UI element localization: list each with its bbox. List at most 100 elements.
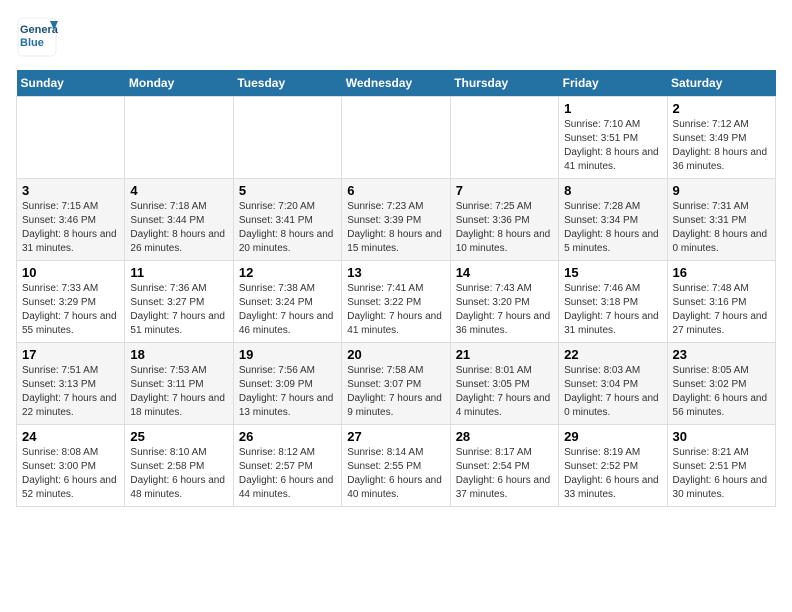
day-number: 2 xyxy=(673,101,770,116)
day-cell: 20Sunrise: 7:58 AM Sunset: 3:07 PM Dayli… xyxy=(342,343,450,425)
day-info: Sunrise: 7:58 AM Sunset: 3:07 PM Dayligh… xyxy=(347,364,444,420)
day-number: 16 xyxy=(673,265,770,280)
day-cell: 19 Sunrise: 7:56 AM Sunset: 3:09 PM Dayli… xyxy=(233,343,341,425)
calendar-table: SundayMondayTuesdayWednesdayThursdayFrid… xyxy=(16,70,776,507)
day-number: 21 xyxy=(456,347,553,362)
day-cell: 16 Sunrise: 7:48 AM Sunset: 3:16 PM Dayli… xyxy=(667,261,775,343)
day-number: 27 xyxy=(347,429,444,444)
day-number: 23 xyxy=(673,347,770,362)
day-cell: 17Sunrise: 7:51 AM Sunset: 3:13 PM Dayli… xyxy=(17,343,125,425)
day-info: Sunrise: 8:12 AM Sunset: 2:57 PM Dayligh… xyxy=(239,446,336,502)
days-header-row: SundayMondayTuesdayWednesdayThursdayFrid… xyxy=(17,70,776,97)
day-info: Sunrise: 7:18 AM Sunset: 3:44 PM Dayligh… xyxy=(130,200,227,256)
day-number: 18 xyxy=(130,347,227,362)
day-info: Sunrise: 8:05 AM Sunset: 3:02 PM Dayligh… xyxy=(673,364,770,420)
day-info: Sunrise: 8:17 AM Sunset: 2:54 PM Dayligh… xyxy=(456,446,553,502)
day-cell xyxy=(450,97,558,179)
day-number: 4 xyxy=(130,183,227,198)
day-info: Sunrise: 8:14 AM Sunset: 2:55 PM Dayligh… xyxy=(347,446,444,502)
day-cell: 30 Sunrise: 8:21 AM Sunset: 2:51 PM Dayli… xyxy=(667,425,775,507)
day-number: 28 xyxy=(456,429,553,444)
day-cell: 27 Sunrise: 8:14 AM Sunset: 2:55 PM Dayli… xyxy=(342,425,450,507)
day-info: Sunrise: 7:56 AM Sunset: 3:09 PM Dayligh… xyxy=(239,364,336,420)
day-info: Sunrise: 7:33 AM Sunset: 3:29 PM Dayligh… xyxy=(22,282,119,338)
day-number: 7 xyxy=(456,183,553,198)
day-number: 22 xyxy=(564,347,661,362)
day-number: 30 xyxy=(673,429,770,444)
day-header-wednesday: Wednesday xyxy=(342,70,450,97)
week-row-3: 10 Sunrise: 7:33 AM Sunset: 3:29 PM Dayli… xyxy=(17,261,776,343)
day-cell: 11 Sunrise: 7:36 AM Sunset: 3:27 PM Dayli… xyxy=(125,261,233,343)
day-number: 13 xyxy=(347,265,444,280)
day-number: 17 xyxy=(22,347,119,362)
week-row-5: 24Sunrise: 8:08 AM Sunset: 3:00 PM Dayli… xyxy=(17,425,776,507)
day-number: 14 xyxy=(456,265,553,280)
day-number: 25 xyxy=(130,429,227,444)
day-info: Sunrise: 7:53 AM Sunset: 3:11 PM Dayligh… xyxy=(130,364,227,420)
day-number: 26 xyxy=(239,429,336,444)
day-cell xyxy=(342,97,450,179)
day-header-tuesday: Tuesday xyxy=(233,70,341,97)
day-info: Sunrise: 8:19 AM Sunset: 2:52 PM Dayligh… xyxy=(564,446,661,502)
day-info: Sunrise: 8:21 AM Sunset: 2:51 PM Dayligh… xyxy=(673,446,770,502)
day-info: Sunrise: 7:10 AM Sunset: 3:51 PM Dayligh… xyxy=(564,118,661,174)
day-info: Sunrise: 7:43 AM Sunset: 3:20 PM Dayligh… xyxy=(456,282,553,338)
day-info: Sunrise: 7:28 AM Sunset: 3:34 PM Dayligh… xyxy=(564,200,661,256)
day-cell: 7 Sunrise: 7:25 AM Sunset: 3:36 PM Daylig… xyxy=(450,179,558,261)
day-cell: 21 Sunrise: 8:01 AM Sunset: 3:05 PM Dayli… xyxy=(450,343,558,425)
day-cell: 6Sunrise: 7:23 AM Sunset: 3:39 PM Daylig… xyxy=(342,179,450,261)
header: General Blue xyxy=(16,16,776,58)
logo: General Blue xyxy=(16,16,58,58)
day-cell: 28 Sunrise: 8:17 AM Sunset: 2:54 PM Dayli… xyxy=(450,425,558,507)
day-cell: 23 Sunrise: 8:05 AM Sunset: 3:02 PM Dayli… xyxy=(667,343,775,425)
day-number: 8 xyxy=(564,183,661,198)
day-cell xyxy=(17,97,125,179)
day-header-monday: Monday xyxy=(125,70,233,97)
day-cell: 26 Sunrise: 8:12 AM Sunset: 2:57 PM Dayli… xyxy=(233,425,341,507)
day-number: 15 xyxy=(564,265,661,280)
week-row-4: 17Sunrise: 7:51 AM Sunset: 3:13 PM Dayli… xyxy=(17,343,776,425)
day-number: 12 xyxy=(239,265,336,280)
day-cell: 1Sunrise: 7:10 AM Sunset: 3:51 PM Daylig… xyxy=(559,97,667,179)
day-info: Sunrise: 7:41 AM Sunset: 3:22 PM Dayligh… xyxy=(347,282,444,338)
day-header-friday: Friday xyxy=(559,70,667,97)
day-info: Sunrise: 7:46 AM Sunset: 3:18 PM Dayligh… xyxy=(564,282,661,338)
day-info: Sunrise: 8:10 AM Sunset: 2:58 PM Dayligh… xyxy=(130,446,227,502)
day-info: Sunrise: 8:08 AM Sunset: 3:00 PM Dayligh… xyxy=(22,446,119,502)
day-cell: 22 Sunrise: 8:03 AM Sunset: 3:04 PM Dayli… xyxy=(559,343,667,425)
day-info: Sunrise: 7:48 AM Sunset: 3:16 PM Dayligh… xyxy=(673,282,770,338)
day-header-thursday: Thursday xyxy=(450,70,558,97)
day-header-saturday: Saturday xyxy=(667,70,775,97)
day-number: 29 xyxy=(564,429,661,444)
day-cell: 14 Sunrise: 7:43 AM Sunset: 3:20 PM Dayli… xyxy=(450,261,558,343)
day-cell: 29 Sunrise: 8:19 AM Sunset: 2:52 PM Dayli… xyxy=(559,425,667,507)
logo-svg: General Blue xyxy=(16,16,58,58)
day-number: 5 xyxy=(239,183,336,198)
day-number: 3 xyxy=(22,183,119,198)
day-cell: 5 Sunrise: 7:20 AM Sunset: 3:41 PM Daylig… xyxy=(233,179,341,261)
day-cell: 25 Sunrise: 8:10 AM Sunset: 2:58 PM Dayli… xyxy=(125,425,233,507)
day-number: 19 xyxy=(239,347,336,362)
day-info: Sunrise: 7:36 AM Sunset: 3:27 PM Dayligh… xyxy=(130,282,227,338)
day-info: Sunrise: 7:20 AM Sunset: 3:41 PM Dayligh… xyxy=(239,200,336,256)
day-cell: 13 Sunrise: 7:41 AM Sunset: 3:22 PM Dayli… xyxy=(342,261,450,343)
day-cell: 10 Sunrise: 7:33 AM Sunset: 3:29 PM Dayli… xyxy=(17,261,125,343)
day-number: 10 xyxy=(22,265,119,280)
day-cell: 3 Sunrise: 7:15 AM Sunset: 3:46 PM Daylig… xyxy=(17,179,125,261)
day-info: Sunrise: 7:23 AM Sunset: 3:39 PM Dayligh… xyxy=(347,200,444,256)
day-cell: 2 Sunrise: 7:12 AM Sunset: 3:49 PM Daylig… xyxy=(667,97,775,179)
week-row-1: 1Sunrise: 7:10 AM Sunset: 3:51 PM Daylig… xyxy=(17,97,776,179)
day-info: Sunrise: 7:15 AM Sunset: 3:46 PM Dayligh… xyxy=(22,200,119,256)
day-info: Sunrise: 8:01 AM Sunset: 3:05 PM Dayligh… xyxy=(456,364,553,420)
day-cell: 12 Sunrise: 7:38 AM Sunset: 3:24 PM Dayli… xyxy=(233,261,341,343)
day-cell: 4 Sunrise: 7:18 AM Sunset: 3:44 PM Daylig… xyxy=(125,179,233,261)
day-cell: 8 Sunrise: 7:28 AM Sunset: 3:34 PM Daylig… xyxy=(559,179,667,261)
day-cell: 18 Sunrise: 7:53 AM Sunset: 3:11 PM Dayli… xyxy=(125,343,233,425)
day-info: Sunrise: 8:03 AM Sunset: 3:04 PM Dayligh… xyxy=(564,364,661,420)
day-number: 11 xyxy=(130,265,227,280)
day-info: Sunrise: 7:12 AM Sunset: 3:49 PM Dayligh… xyxy=(673,118,770,174)
day-cell: 15 Sunrise: 7:46 AM Sunset: 3:18 PM Dayli… xyxy=(559,261,667,343)
week-row-2: 3 Sunrise: 7:15 AM Sunset: 3:46 PM Daylig… xyxy=(17,179,776,261)
day-info: Sunrise: 7:25 AM Sunset: 3:36 PM Dayligh… xyxy=(456,200,553,256)
day-info: Sunrise: 7:38 AM Sunset: 3:24 PM Dayligh… xyxy=(239,282,336,338)
